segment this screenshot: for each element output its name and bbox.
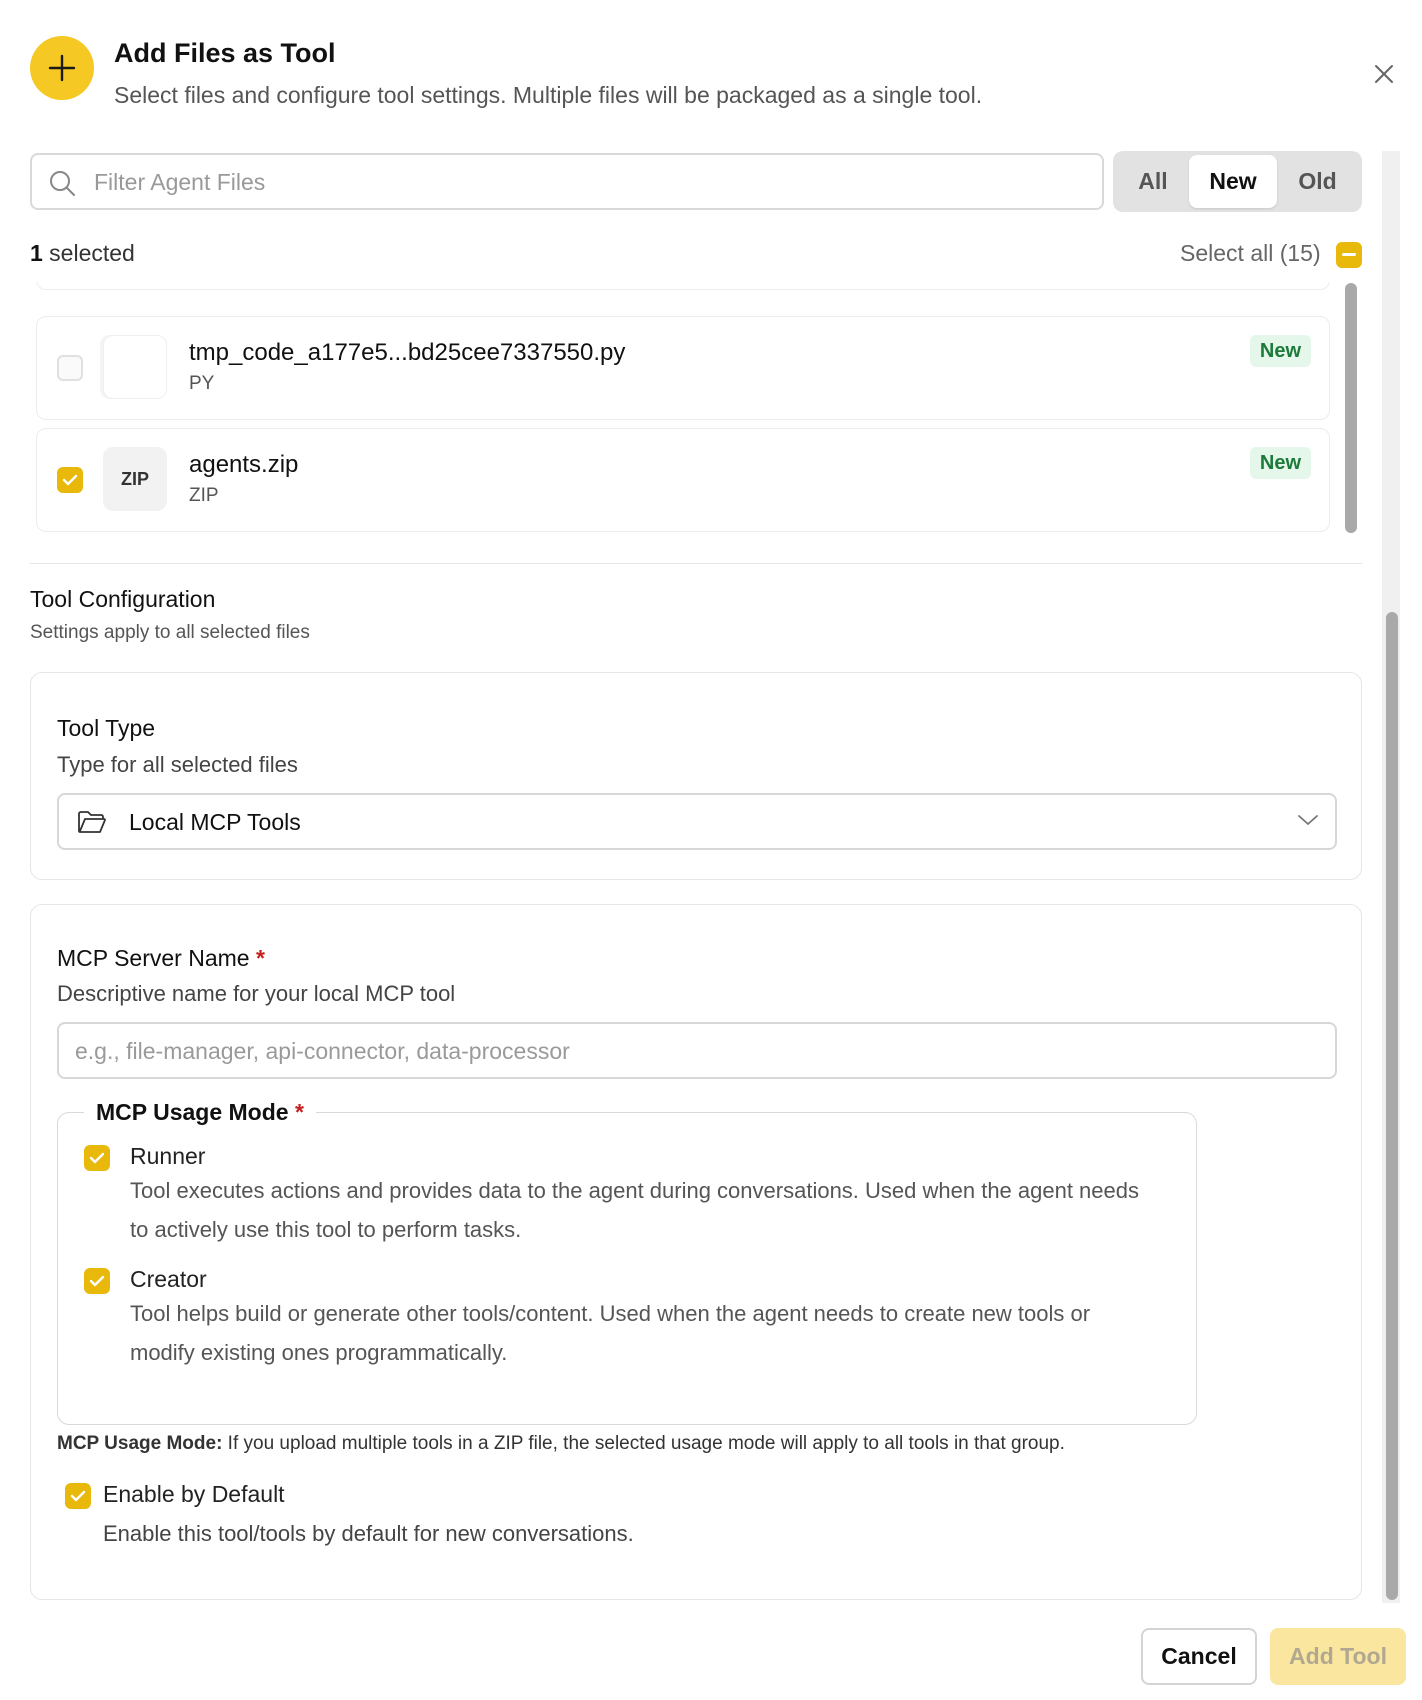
add-files-dialog: Add Files as Tool Select files and confi…	[0, 0, 1422, 1700]
folder-icon	[77, 809, 107, 840]
new-badge: New	[1249, 335, 1311, 367]
runner-description: Tool executes actions and provides data …	[130, 1178, 1140, 1242]
file-item[interactable]: tmp_code_a177e5...bd25cee7337550.py PY N…	[36, 316, 1330, 420]
server-name-field[interactable]	[57, 1022, 1337, 1079]
select-all-checkbox[interactable]	[1336, 242, 1362, 268]
new-badge: New	[1249, 447, 1311, 479]
file-type: PY	[189, 373, 215, 394]
add-tool-button[interactable]: Add Tool	[1270, 1628, 1406, 1685]
file-list-scrollbar[interactable]	[1345, 283, 1357, 533]
enable-default-label: Enable by Default	[103, 1481, 285, 1507]
runner-checkbox[interactable]	[84, 1145, 110, 1171]
creator-label: Creator	[130, 1266, 207, 1292]
file-age-segmented-control: All New Old	[1113, 151, 1362, 212]
mcp-settings-card: MCP Server Name * Descriptive name for y…	[30, 904, 1362, 1600]
dialog-subtitle: Select files and configure tool settings…	[114, 82, 983, 108]
close-icon[interactable]	[1370, 60, 1398, 88]
file-item[interactable]: ZIP agents.zip ZIP New	[36, 428, 1330, 532]
server-name-description: Descriptive name for your local MCP tool	[57, 981, 456, 1006]
tool-type-value: Local MCP Tools	[129, 809, 301, 835]
usage-mode-note: MCP Usage Mode: If you upload multiple t…	[57, 1433, 1065, 1454]
plus-icon	[30, 36, 94, 100]
dialog-title: Add Files as Tool	[114, 38, 336, 68]
chevron-down-icon	[1297, 813, 1319, 832]
file-name: tmp_code_a177e5...bd25cee7337550.py	[189, 339, 626, 366]
creator-checkbox[interactable]	[84, 1268, 110, 1294]
segment-all[interactable]: All	[1117, 155, 1189, 208]
filter-input[interactable]	[94, 161, 1084, 203]
selected-count: 1 selected	[30, 240, 135, 266]
file-thumbnail	[103, 335, 167, 399]
select-all-label[interactable]: Select all (15)	[1180, 240, 1321, 267]
tool-type-select[interactable]: Local MCP Tools	[57, 793, 1337, 850]
filter-field[interactable]	[30, 153, 1104, 210]
file-thumbnail: ZIP	[103, 447, 167, 511]
file-name: agents.zip	[189, 451, 299, 478]
tool-type-card: Tool Type Type for all selected files Lo…	[30, 672, 1362, 880]
cancel-button[interactable]: Cancel	[1141, 1628, 1257, 1685]
tool-type-label: Tool Type	[57, 715, 156, 741]
server-name-label: MCP Server Name *	[57, 945, 265, 971]
usage-mode-legend: MCP Usage Mode *	[84, 1099, 316, 1126]
segment-new[interactable]: New	[1189, 155, 1277, 208]
list-item	[36, 282, 1330, 290]
enable-default-checkbox[interactable]	[65, 1483, 91, 1509]
search-icon	[48, 169, 76, 202]
enable-default-description: Enable this tool/tools by default for ne…	[103, 1521, 634, 1546]
file-list: tmp_code_a177e5...bd25cee7337550.py PY N…	[30, 282, 1362, 538]
runner-label: Runner	[130, 1143, 206, 1169]
divider	[30, 563, 1362, 564]
file-checkbox[interactable]	[57, 355, 83, 381]
file-checkbox[interactable]	[57, 467, 83, 493]
file-type: ZIP	[189, 485, 219, 506]
config-subtitle: Settings apply to all selected files	[30, 622, 310, 643]
segment-old[interactable]: Old	[1277, 155, 1358, 208]
dialog-scrollbar-thumb[interactable]	[1386, 612, 1398, 1600]
usage-mode-group: MCP Usage Mode * Runner Tool executes ac…	[57, 1099, 1197, 1425]
server-name-input[interactable]	[75, 1030, 1315, 1072]
creator-description: Tool helps build or generate other tools…	[130, 1301, 1091, 1365]
tool-type-description: Type for all selected files	[57, 752, 298, 777]
config-title: Tool Configuration	[30, 586, 216, 612]
